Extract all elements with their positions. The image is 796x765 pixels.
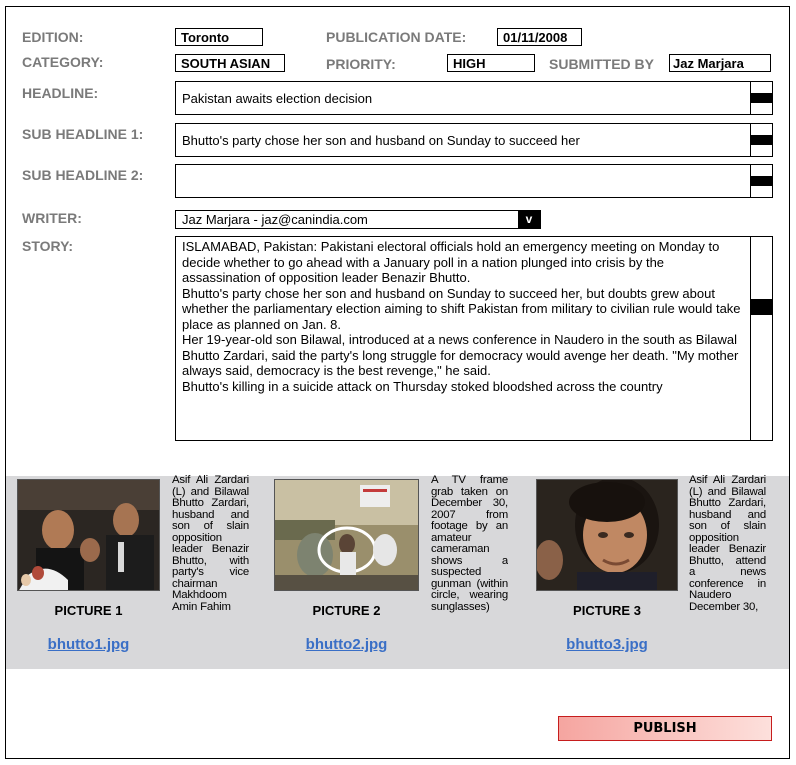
submitted-by-label: SUBMITTED BY [549, 56, 654, 72]
picture-1-caption: Asif Ali Zardari (L) and Bilawal Bhutto … [172, 475, 249, 613]
picture-3-thumbnail[interactable] [536, 479, 678, 591]
story-text: ISLAMABAD, Pakistan: Pakistani electoral… [182, 239, 742, 394]
sub-headline-2-label: SUB HEADLINE 2: [22, 167, 144, 183]
priority-label: PRIORITY: [326, 56, 396, 72]
sub-headline-2-scroll-handle[interactable] [750, 165, 772, 197]
picture-3-caption: Asif Ali Zardari (L) and Bilawal Bhutto … [689, 475, 766, 613]
writer-label: WRITER: [22, 210, 82, 226]
picture-3-name: PICTURE 3 [573, 603, 641, 618]
headline-text: Pakistan awaits election decision [182, 91, 373, 106]
story-paragraph: Her 19-year-old son Bilawal, introduced … [182, 332, 739, 378]
picture-1-file-link[interactable]: bhutto1.jpg [17, 636, 160, 653]
edition-field[interactable]: Toronto [175, 28, 263, 46]
picture-3-file-link[interactable]: bhutto3.jpg [536, 636, 678, 653]
headline-label: HEADLINE: [22, 85, 99, 101]
headline-scroll-handle[interactable] [750, 82, 772, 114]
story-paragraph: Bhutto's killing in a suicide attack on … [182, 378, 663, 394]
writer-dropdown-button[interactable]: v [518, 211, 540, 228]
sub-headline-1-field[interactable]: Bhutto's party chose her son and husband… [175, 123, 773, 157]
priority-field[interactable]: HIGH [447, 54, 535, 72]
picture-2-name: PICTURE 2 [312, 603, 381, 618]
category-label: CATEGORY: [22, 54, 104, 70]
sub-headline-2-field[interactable] [175, 164, 773, 198]
headline-field[interactable]: Pakistan awaits election decision [175, 81, 773, 115]
story-paragraph: ISLAMABAD, Pakistan: Pakistani electoral… [182, 239, 720, 285]
picture-2-caption: A TV frame grab taken on December 30, 20… [431, 475, 508, 613]
sub-headline-1-label: SUB HEADLINE 1: [22, 126, 144, 142]
picture-1-name: PICTURE 1 [54, 603, 123, 618]
submitted-by-field[interactable]: Jaz Marjara [669, 54, 771, 72]
writer-selected-value: Jaz Marjara - jaz@canindia.com [182, 212, 368, 227]
picture-2-file-link[interactable]: bhutto2.jpg [274, 636, 419, 653]
writer-select[interactable]: Jaz Marjara - jaz@canindia.com [175, 210, 541, 229]
category-field[interactable]: SOUTH ASIAN [175, 54, 285, 72]
publication-date-label: PUBLICATION DATE: [326, 29, 467, 45]
publish-button[interactable]: PUBLISH [558, 716, 772, 741]
story-textarea[interactable]: ISLAMABAD, Pakistan: Pakistani electoral… [175, 236, 773, 441]
story-scroll-thumb[interactable] [751, 299, 772, 315]
picture-2-thumbnail[interactable] [274, 479, 419, 591]
story-paragraph: Bhutto's party chose her son and husband… [182, 285, 741, 332]
edition-label: EDITION: [22, 29, 84, 45]
sub-headline-1-scroll-handle[interactable] [750, 124, 772, 156]
picture-1-thumbnail[interactable] [17, 479, 160, 591]
sub-headline-1-text: Bhutto's party chose her son and husband… [182, 133, 580, 148]
story-label: STORY: [22, 238, 74, 254]
publication-date-field[interactable]: 01/11/2008 [497, 28, 582, 46]
story-scrollbar[interactable] [750, 237, 772, 440]
